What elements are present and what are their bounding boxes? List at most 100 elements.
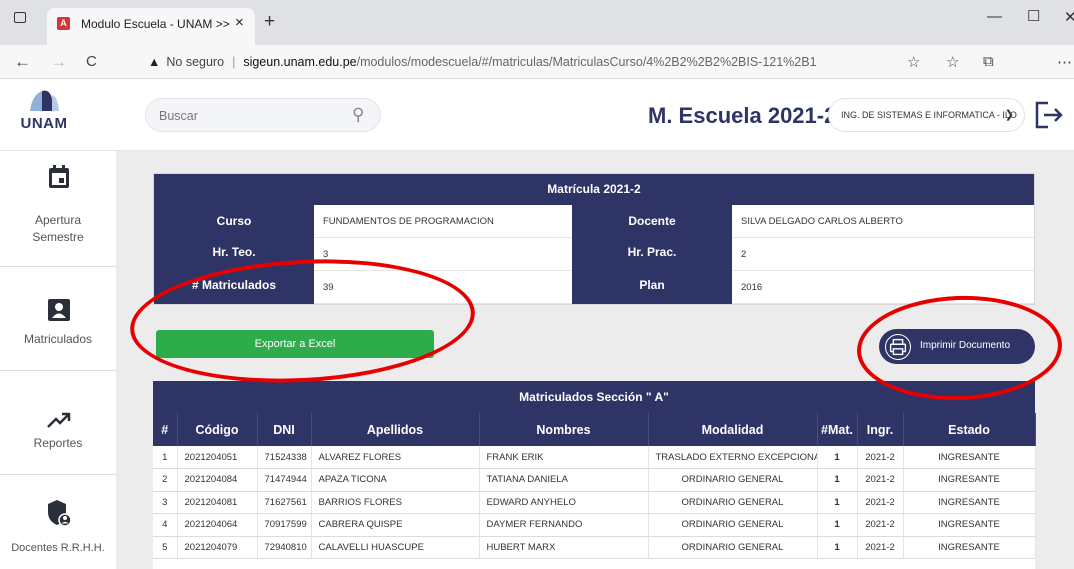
url-separator: | (232, 55, 236, 69)
col-header[interactable]: Código (177, 413, 258, 446)
cell-mat: 1 (817, 446, 858, 469)
cell-estado: INGRESANTE (903, 536, 1036, 559)
sidebar-item-matriculados[interactable]: Matriculados (0, 267, 116, 371)
table-row: 1 2021204051 71524338 ALVAREZ FLORES FRA… (153, 446, 1036, 469)
tab-title: Modulo Escuela - UNAM >> (81, 17, 230, 31)
plan-label: Plan (572, 271, 732, 304)
cell-modalidad: TRASLADO EXTERNO EXCEPCIONAL (648, 446, 818, 469)
cell-codigo: 2021204084 (177, 468, 258, 492)
more-icon[interactable]: ⋯ (1057, 53, 1072, 71)
col-header[interactable]: #Mat. (817, 413, 858, 446)
user-badge-icon (48, 299, 70, 321)
cell-index: 3 (153, 491, 178, 514)
cell-modalidad: ORDINARIO GENERAL (648, 536, 818, 559)
cell-apellidos: BARRIOS FLORES (311, 491, 480, 514)
cell-nombres: HUBERT MARX (479, 536, 649, 559)
students-table-card: Matriculados Sección " A" # Código DNI A… (153, 381, 1036, 569)
cell-dni: 71524338 (257, 446, 312, 469)
cell-dni: 71627561 (257, 491, 312, 514)
collections-icon[interactable]: ⧉ (983, 53, 994, 70)
docente-value: SILVA DELGADO CARLOS ALBERTO (732, 205, 1034, 238)
course-row: Curso FUNDAMENTOS DE PROGRAMACION Docent… (154, 205, 1034, 238)
cell-estado: INGRESANTE (903, 513, 1036, 537)
cell-modalidad: ORDINARIO GENERAL (648, 468, 818, 492)
forward-icon[interactable]: → (50, 52, 67, 72)
cell-nombres: TATIANA DANIELA (479, 468, 649, 492)
col-header[interactable]: Estado (903, 413, 1036, 446)
cell-modalidad: ORDINARIO GENERAL (648, 491, 818, 514)
search-input[interactable]: Buscar ⚲ (145, 98, 381, 132)
cell-mat: 1 (817, 513, 858, 537)
url-host: sigeun.unam.edu.pe (243, 55, 357, 69)
cell-codigo: 2021204051 (177, 446, 258, 469)
cell-ingr: 2021-2 (857, 491, 904, 514)
sidebar-item-label: Matriculados (23, 332, 93, 346)
sidebar-item-label: Reportes (33, 436, 83, 450)
cell-apellidos: CALAVELLI HUASCUPE (311, 536, 480, 559)
cell-ingr: 2021-2 (857, 446, 904, 469)
logo-text: UNAM (20, 115, 68, 132)
col-header[interactable]: Ingr. (857, 413, 904, 446)
shield-user-icon (48, 500, 71, 527)
sidebar: Apertura Semestre Matriculados Reportes … (0, 151, 116, 569)
browser-tab-strip: A Modulo Escuela - UNAM >> × + — ☐ ✕ (0, 0, 1074, 45)
col-header[interactable]: # (153, 413, 178, 446)
chevron-down-icon: ❯ (1004, 109, 1014, 121)
hrprac-label: Hr. Prac. (572, 238, 732, 271)
search-icon[interactable]: ⚲ (352, 105, 364, 125)
url-path: /modulos/modescuela/#/matriculas/Matricu… (356, 55, 817, 69)
table-row: 3 2021204081 71627561 BARRIOS FLORES EDW… (153, 491, 1036, 514)
calendar-icon (49, 165, 69, 188)
url-field[interactable]: ▲ No seguro | sigeun.unam.edu.pe/modulos/mo… (148, 51, 886, 73)
career-select[interactable]: ING. DE SISTEMAS E INFORMATICA - ILO ❯ (828, 98, 1025, 132)
logout-icon[interactable] (1034, 99, 1064, 131)
cell-ingr: 2021-2 (857, 513, 904, 537)
sidebar-item-apertura[interactable]: Apertura Semestre (0, 151, 116, 267)
browser-tab[interactable]: A Modulo Escuela - UNAM >> × (47, 8, 255, 45)
col-header[interactable]: DNI (257, 413, 312, 446)
cell-index: 2 (153, 468, 178, 492)
col-header[interactable]: Modalidad (648, 413, 818, 446)
cell-mat: 1 (817, 468, 858, 492)
maximize-icon[interactable]: ☐ (1027, 7, 1040, 25)
cell-mat: 1 (817, 491, 858, 514)
cell-nombres: DAYMER FERNANDO (479, 513, 649, 537)
table-header-row: # Código DNI Apellidos Nombres Modalidad… (153, 413, 1036, 446)
docente-label: Docente (572, 205, 732, 238)
cell-index: 5 (153, 536, 178, 559)
sidebar-item-label: Docentes R.R.H.H. (11, 542, 105, 554)
sidebar-item-docentes[interactable]: Docentes R.R.H.H. (0, 475, 116, 569)
cell-ingr: 2021-2 (857, 536, 904, 559)
warning-icon: ▲ (148, 55, 161, 69)
cell-dni: 72940810 (257, 536, 312, 559)
cell-apellidos: APAZA TICONA (311, 468, 480, 492)
page-title: M. Escuela 2021-2 (648, 103, 837, 128)
favorites-list-icon[interactable]: ☆ (946, 53, 959, 71)
reload-icon[interactable]: C (86, 53, 97, 70)
cell-codigo: 2021204079 (177, 536, 258, 559)
cell-estado: INGRESANTE (903, 468, 1036, 492)
career-select-value: ING. DE SISTEMAS E INFORMATICA - ILO (841, 110, 1017, 120)
cell-nombres: EDWARD ANYHELO (479, 491, 649, 514)
new-tab-button[interactable]: + (264, 11, 275, 33)
curso-value: FUNDAMENTOS DE PROGRAMACION (314, 205, 572, 238)
table-row: 5 2021204079 72940810 CALAVELLI HUASCUPE… (153, 536, 1036, 559)
security-label: No seguro (166, 55, 225, 69)
minimize-icon[interactable]: — (987, 8, 1002, 25)
back-icon[interactable]: ← (14, 52, 31, 72)
favorite-icon[interactable]: ☆ (907, 53, 920, 71)
unam-logo-mark-icon (30, 90, 59, 111)
col-header[interactable]: Apellidos (311, 413, 480, 446)
app-header: UNAM Buscar ⚲ M. Escuela 2021-2 ING. DE … (0, 80, 1074, 151)
course-card-title: Matrícula 2021-2 (154, 174, 1034, 205)
cell-apellidos: CABRERA QUISPE (311, 513, 480, 537)
cell-modalidad: ORDINARIO GENERAL (648, 513, 818, 537)
search-placeholder: Buscar (159, 109, 198, 123)
window-menu-icon[interactable] (14, 12, 26, 23)
tab-close-icon[interactable]: × (235, 14, 244, 31)
unam-logo[interactable]: UNAM (19, 89, 69, 139)
close-window-icon[interactable]: ✕ (1064, 8, 1074, 26)
sidebar-item-reportes[interactable]: Reportes (0, 371, 116, 475)
col-header[interactable]: Nombres (479, 413, 649, 446)
cell-nombres: FRANK ERIK (479, 446, 649, 469)
